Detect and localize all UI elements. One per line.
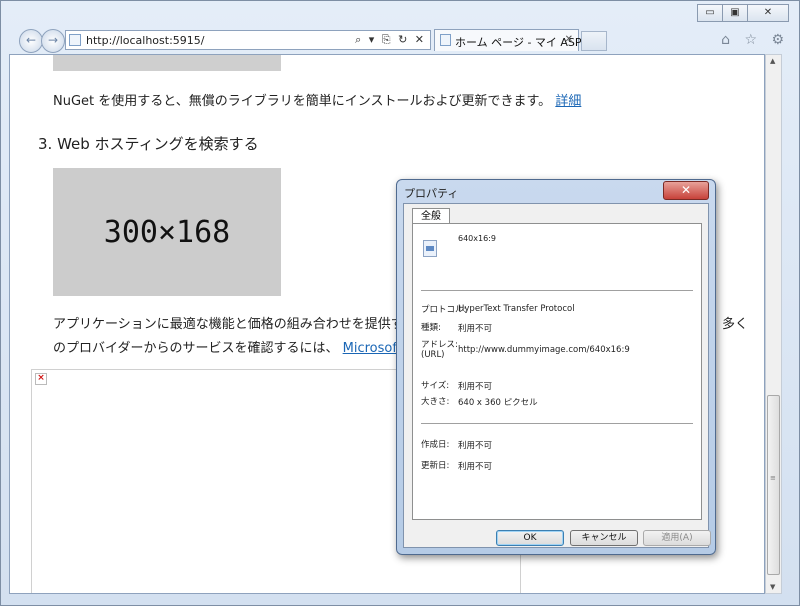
dialog-title: プロパティ — [404, 187, 459, 200]
tab-close-icon[interactable]: ✕ — [565, 34, 573, 45]
image-placeholder-top — [53, 55, 281, 71]
section-heading: 3. Web ホスティングを検索する — [38, 135, 259, 153]
dimensions-label: 大きさ: — [421, 397, 450, 407]
protocol-value: HyperText Transfer Protocol — [458, 304, 575, 314]
maximize-button[interactable]: ▣ — [722, 4, 748, 22]
created-value: 利用不可 — [458, 441, 493, 451]
dialog-body: 全般 640x16:9 プロトコル: HyperText Transfer Pr… — [403, 203, 711, 548]
tab-general[interactable]: 全般 — [412, 208, 450, 224]
hosting-text-2: のプロバイダーからのサービスを確認するには、 — [53, 341, 339, 356]
address-bar[interactable]: http://localhost:5915/ ⌕ ▾ ⎘ ↻ ✕ — [65, 30, 431, 50]
file-name: 640x16:9 — [458, 234, 496, 243]
forward-button[interactable]: → — [41, 29, 65, 53]
divider — [421, 423, 693, 425]
dimensions-value: 640 x 360 ピクセル — [458, 398, 538, 408]
modified-value: 利用不可 — [458, 462, 493, 472]
type-label: 種類: — [421, 323, 441, 333]
address-tools-icons[interactable]: ⌕ ▾ ⎘ ↻ ✕ — [355, 33, 426, 47]
image-file-icon — [423, 240, 437, 257]
created-label: 作成日: — [421, 440, 450, 450]
divider — [421, 290, 693, 292]
close-window-button[interactable]: ✕ — [747, 4, 789, 22]
minimize-button[interactable]: ▭ — [697, 4, 723, 22]
apply-button[interactable]: 適用(A) — [643, 530, 711, 546]
hosting-paragraph-line2: のプロバイダーからのサービスを確認するには、 Microsoft.com — [53, 337, 434, 356]
properties-dialog: プロパティ ✕ 全般 640x16:9 プロトコル: HyperText Tra… — [396, 179, 716, 555]
page-icon — [440, 34, 451, 46]
address-label: アドレス: (URL) — [421, 340, 458, 360]
nuget-paragraph: NuGet を使用すると、無償のライブラリを簡単にインストールおよび更新できます… — [53, 90, 581, 109]
scroll-grip-icon: ≡ — [770, 474, 776, 482]
window-controls: ▭ ▣ ✕ — [697, 4, 789, 22]
hosting-text-end: 多く — [722, 317, 749, 332]
new-tab-button[interactable] — [581, 31, 607, 51]
browser-window: ▭ ▣ ✕ ← → http://localhost:5915/ ⌕ ▾ ⎘ ↻… — [0, 0, 800, 606]
address-url: http://localhost:5915/ — [86, 34, 205, 47]
nuget-details-link[interactable]: 詳細 — [555, 94, 581, 109]
type-value: 利用不可 — [458, 324, 493, 334]
address-value: http://www.dummyimage.com/640x16:9 — [458, 345, 630, 355]
page-icon — [69, 34, 81, 46]
vertical-scrollbar[interactable]: ▲ ≡ ▼ — [765, 54, 782, 594]
ok-button[interactable]: OK — [496, 530, 564, 546]
tab-home[interactable]: ホーム ページ - マイ ASP.... ✕ — [434, 29, 594, 51]
nuget-text: NuGet を使用すると、無償のライブラリを簡単にインストールおよび更新できます… — [53, 94, 552, 109]
hosting-text: アプリケーションに最適な機能と価格の組み合わせを提供する W — [53, 317, 434, 332]
size-value: 利用不可 — [458, 382, 493, 392]
dialog-close-button[interactable]: ✕ — [663, 181, 709, 200]
scroll-down-icon[interactable]: ▼ — [770, 583, 775, 591]
image-placeholder: 300×168 — [53, 168, 281, 296]
modified-label: 更新日: — [421, 461, 450, 471]
scroll-up-icon[interactable]: ▲ — [770, 57, 775, 65]
general-panel: 640x16:9 プロトコル: HyperText Transfer Proto… — [412, 223, 702, 520]
scroll-thumb[interactable]: ≡ — [767, 395, 780, 575]
tab-title: ホーム ページ - マイ ASP.... — [455, 36, 594, 49]
broken-image-icon: × — [35, 373, 47, 385]
hosting-paragraph-line1: アプリケーションに最適な機能と価格の組み合わせを提供する W — [53, 313, 434, 332]
toolbar-icons[interactable]: ⌂ ☆ ⚙ — [721, 32, 789, 48]
cancel-button[interactable]: キャンセル — [570, 530, 638, 546]
back-button[interactable]: ← — [19, 29, 43, 53]
size-label: サイズ: — [421, 381, 450, 391]
